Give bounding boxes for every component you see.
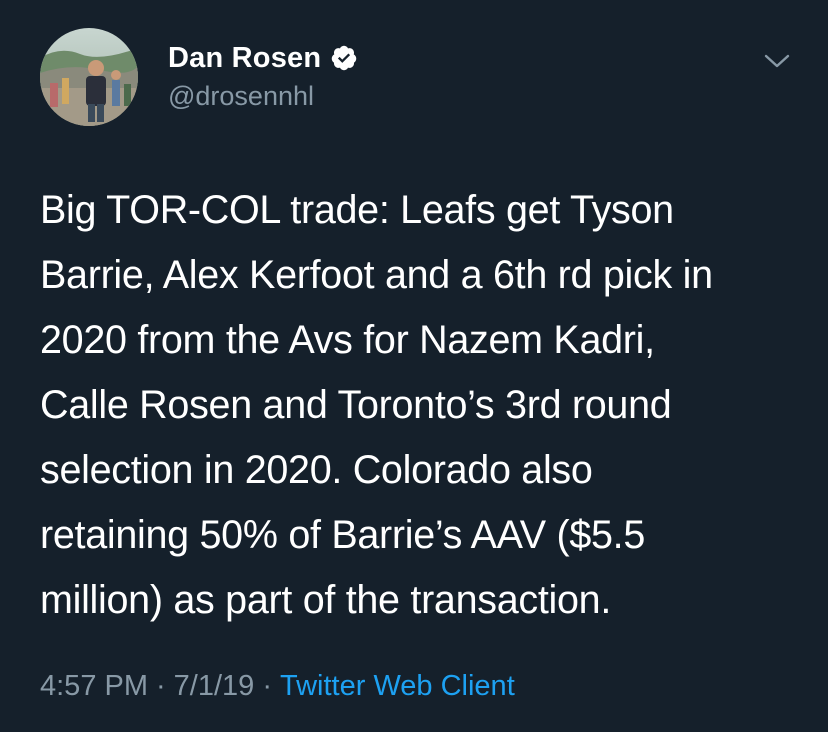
user-info[interactable]: Dan Rosen @drosennhl (168, 40, 358, 112)
tweet-line: Big TOR-COL trade: Leafs get Tyson (40, 188, 674, 232)
tweet-date[interactable]: 7/1/19 (174, 670, 255, 702)
tweet-line: Barrie, Alex Kerfoot and a 6th rd pick i… (40, 253, 713, 297)
tweet-meta: 4:57 PM · 7/1/19 · Twitter Web Client (40, 670, 515, 703)
tweet-card: Dan Rosen @drosennhl Big TOR-COL trade: … (0, 0, 828, 732)
tweet-line: selection in 2020. Colorado also (40, 448, 593, 492)
meta-separator: · (156, 670, 166, 702)
tweet-line: million) as part of the transaction. (40, 578, 611, 622)
tweet-line: Calle Rosen and Toronto’s 3rd round (40, 383, 672, 427)
avatar[interactable] (40, 28, 138, 126)
tweet-line: 2020 from the Avs for Nazem Kadri, (40, 318, 655, 362)
verified-badge-icon (330, 44, 358, 72)
client-link[interactable]: Twitter Web Client (280, 670, 515, 702)
tweet-time[interactable]: 4:57 PM (40, 670, 148, 702)
meta-separator: · (262, 670, 272, 702)
avatar-photo (40, 28, 138, 126)
chevron-down-icon[interactable] (762, 50, 792, 72)
tweet-line: retaining 50% of Barrie’s AAV ($5.5 (40, 513, 646, 557)
display-name-row: Dan Rosen (168, 40, 358, 76)
user-handle[interactable]: @drosennhl (168, 81, 358, 112)
tweet-text: Big TOR-COL trade: Leafs get Tyson Barri… (40, 178, 800, 633)
display-name[interactable]: Dan Rosen (168, 42, 321, 75)
